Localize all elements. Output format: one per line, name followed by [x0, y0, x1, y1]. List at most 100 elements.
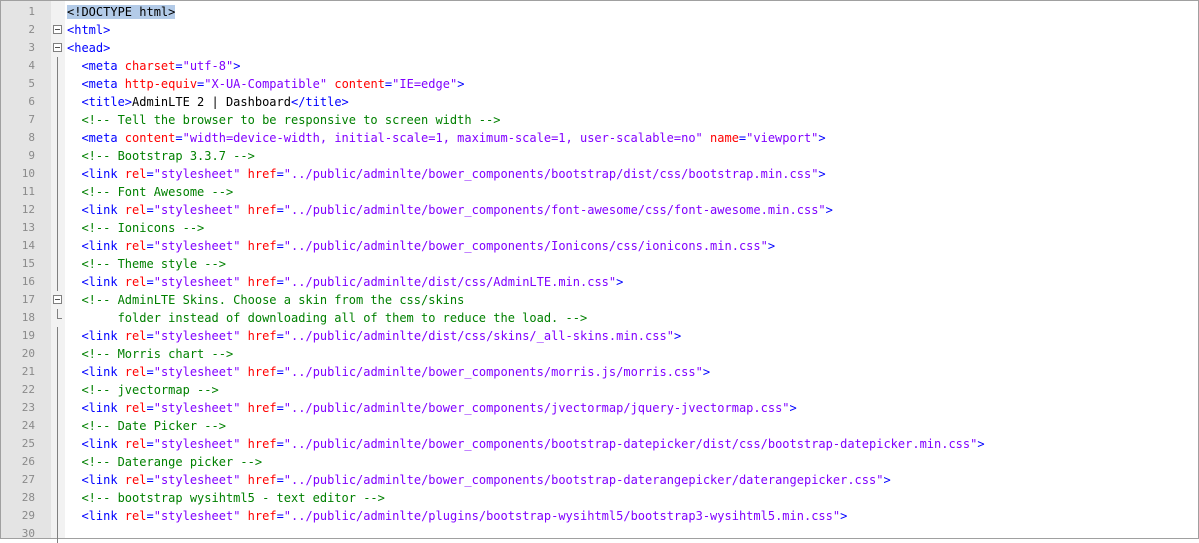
- code-text[interactable]: <meta charset="utf-8">: [67, 57, 240, 75]
- code-line[interactable]: 17 <!-- AdminLTE Skins. Choose a skin fr…: [1, 291, 1198, 309]
- code-line[interactable]: 30: [1, 525, 1198, 543]
- fold-toggle-icon[interactable]: [53, 25, 62, 34]
- code-token: <!-- Ionicons -->: [67, 221, 205, 235]
- code-line[interactable]: 10 <link rel="stylesheet" href="../publi…: [1, 165, 1198, 183]
- code-text[interactable]: <!-- Daterange picker -->: [67, 453, 262, 471]
- code-text[interactable]: <link rel="stylesheet" href="../public/a…: [67, 399, 796, 417]
- code-line[interactable]: 1 <!DOCTYPE html>: [1, 3, 1198, 21]
- code-token: "IE=edge": [392, 77, 458, 91]
- code-token: href: [247, 275, 277, 289]
- code-text[interactable]: <link rel="stylesheet" href="../public/a…: [67, 201, 832, 219]
- code-line[interactable]: 19 <link rel="stylesheet" href="../publi…: [1, 327, 1198, 345]
- code-text[interactable]: <link rel="stylesheet" href="../public/a…: [67, 363, 710, 381]
- code-token: <meta: [67, 77, 125, 91]
- code-text[interactable]: <meta http-equiv="X-UA-Compatible" conte…: [67, 75, 464, 93]
- code-token: =: [146, 239, 154, 253]
- line-number: 29: [21, 509, 35, 522]
- code-token: >: [767, 239, 776, 253]
- code-text[interactable]: <!-- Font Awesome -->: [67, 183, 233, 201]
- code-line[interactable]: 22 <!-- jvectormap -->: [1, 381, 1198, 399]
- line-number: 2: [28, 23, 35, 36]
- code-line[interactable]: 24 <!-- Date Picker -->: [1, 417, 1198, 435]
- fold-toggle-icon[interactable]: [53, 295, 62, 304]
- code-line[interactable]: 6 <title>AdminLTE 2 | Dashboard</title>: [1, 93, 1198, 111]
- code-line[interactable]: 7 <!-- Tell the browser to be responsive…: [1, 111, 1198, 129]
- code-text[interactable]: <!-- bootstrap wysihtml5 - text editor -…: [67, 489, 384, 507]
- code-token: =: [146, 167, 154, 181]
- code-line[interactable]: 26 <!-- Daterange picker -->: [1, 453, 1198, 471]
- code-token: "../public/adminlte/bower_components/fon…: [283, 203, 826, 217]
- code-line[interactable]: 29 <link rel="stylesheet" href="../publi…: [1, 507, 1198, 525]
- code-token: href: [247, 203, 277, 217]
- code-text[interactable]: <title>AdminLTE 2 | Dashboard</title>: [67, 93, 348, 111]
- code-text[interactable]: <!-- Ionicons -->: [67, 219, 204, 237]
- code-text[interactable]: <link rel="stylesheet" href="../public/a…: [67, 237, 775, 255]
- line-number: 27: [21, 473, 35, 486]
- code-line[interactable]: 16 <link rel="stylesheet" href="../publi…: [1, 273, 1198, 291]
- line-number: 5: [28, 77, 35, 90]
- code-token: folder instead of downloading all of the…: [67, 311, 588, 325]
- code-text[interactable]: <link rel="stylesheet" href="../public/a…: [67, 273, 623, 291]
- code-text[interactable]: <meta content="width=device-width, initi…: [67, 129, 825, 147]
- code-text[interactable]: <link rel="stylesheet" href="../public/a…: [67, 471, 891, 489]
- code-token: "../public/adminlte/bower_components/boo…: [283, 167, 819, 181]
- code-text[interactable]: <!-- jvectormap -->: [67, 381, 219, 399]
- code-token: rel: [124, 509, 147, 523]
- code-line[interactable]: 4 <meta charset="utf-8">: [1, 57, 1198, 75]
- code-text[interactable]: folder instead of downloading all of the…: [67, 309, 588, 327]
- code-line[interactable]: 12 <link rel="stylesheet" href="../publi…: [1, 201, 1198, 219]
- line-number: 28: [21, 491, 35, 504]
- code-token: =: [276, 401, 284, 415]
- code-line[interactable]: 11 <!-- Font Awesome -->: [1, 183, 1198, 201]
- code-line[interactable]: 28 <!-- bootstrap wysihtml5 - text edito…: [1, 489, 1198, 507]
- code-token: "../public/adminlte/dist/css/skins/_all-…: [283, 329, 674, 343]
- code-line[interactable]: 2 <html>: [1, 21, 1198, 39]
- code-text[interactable]: <html>: [67, 21, 110, 39]
- code-line[interactable]: 5 <meta http-equiv="X-UA-Compatible" con…: [1, 75, 1198, 93]
- code-text[interactable]: <link rel="stylesheet" href="../public/a…: [67, 327, 681, 345]
- code-text[interactable]: <!-- Bootstrap 3.3.7 -->: [67, 147, 254, 165]
- fold-guide-line: [57, 471, 58, 489]
- code-text[interactable]: <head>: [67, 39, 110, 57]
- code-line[interactable]: 3 <head>: [1, 39, 1198, 57]
- code-text[interactable]: <link rel="stylesheet" href="../public/a…: [67, 435, 984, 453]
- code-text[interactable]: <link rel="stylesheet" href="../public/a…: [67, 507, 847, 525]
- code-token: name: [710, 131, 739, 145]
- code-token: >: [883, 473, 891, 487]
- code-line[interactable]: 18 folder instead of downloading all of …: [1, 309, 1198, 327]
- code-editor[interactable]: 1 <!DOCTYPE html> 2 <html> 3 <head> 4 <meta ch…: [0, 0, 1199, 543]
- code-token: <!-- Date Picker -->: [67, 419, 226, 433]
- code-line[interactable]: 13 <!-- Ionicons -->: [1, 219, 1198, 237]
- code-text[interactable]: <!-- Date Picker -->: [67, 417, 226, 435]
- code-text[interactable]: <!DOCTYPE html>: [67, 3, 176, 21]
- code-token: =: [146, 401, 154, 415]
- code-line[interactable]: 25 <link rel="stylesheet" href="../publi…: [1, 435, 1198, 453]
- code-token: "width=device-width, initial-scale=1, ma…: [182, 131, 703, 145]
- code-token: =: [276, 239, 284, 253]
- code-line[interactable]: 14 <link rel="stylesheet" href="../publi…: [1, 237, 1198, 255]
- code-token: =: [276, 509, 284, 523]
- code-line[interactable]: 21 <link rel="stylesheet" href="../publi…: [1, 363, 1198, 381]
- code-lines[interactable]: 1 <!DOCTYPE html> 2 <html> 3 <head> 4 <meta ch…: [1, 3, 1198, 543]
- code-token: "../public/adminlte/bower_components/mor…: [283, 365, 703, 379]
- code-token: <!-- jvectormap -->: [67, 383, 219, 397]
- code-line[interactable]: 8 <meta content="width=device-width, ini…: [1, 129, 1198, 147]
- line-number: 17: [21, 293, 35, 306]
- line-number: 9: [28, 149, 35, 162]
- code-text[interactable]: <!-- Tell the browser to be responsive t…: [67, 111, 500, 129]
- code-line[interactable]: 27 <link rel="stylesheet" href="../publi…: [1, 471, 1198, 489]
- code-text[interactable]: <!-- AdminLTE Skins. Choose a skin from …: [67, 291, 464, 309]
- code-text[interactable]: <!-- Morris chart -->: [67, 345, 233, 363]
- code-text[interactable]: <!-- Theme style -->: [67, 255, 226, 273]
- code-line[interactable]: 23 <link rel="stylesheet" href="../publi…: [1, 399, 1198, 417]
- fold-toggle-icon[interactable]: [53, 43, 62, 52]
- code-text[interactable]: <link rel="stylesheet" href="../public/a…: [67, 165, 825, 183]
- code-token: =: [276, 275, 284, 289]
- code-line[interactable]: 9 <!-- Bootstrap 3.3.7 -->: [1, 147, 1198, 165]
- code-line[interactable]: 20 <!-- Morris chart -->: [1, 345, 1198, 363]
- code-line[interactable]: 15 <!-- Theme style -->: [1, 255, 1198, 273]
- code-token: content: [334, 77, 385, 91]
